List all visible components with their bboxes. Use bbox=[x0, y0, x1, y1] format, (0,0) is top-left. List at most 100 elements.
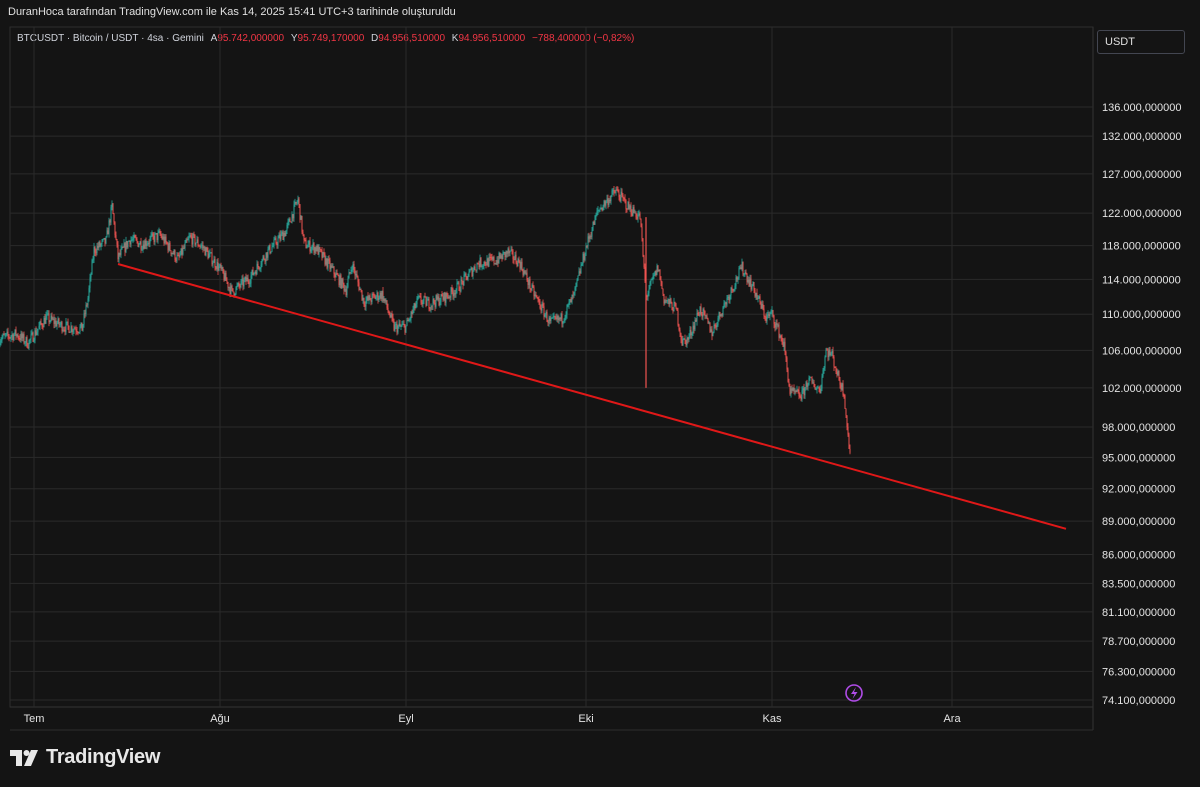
candle-body bbox=[583, 253, 585, 260]
candle-body bbox=[432, 298, 434, 306]
candle-body bbox=[276, 243, 278, 246]
candle-body bbox=[482, 265, 484, 267]
candle-body bbox=[430, 305, 432, 310]
candle-body bbox=[649, 281, 651, 290]
candle-body bbox=[779, 335, 781, 338]
candle-body bbox=[538, 299, 540, 302]
candle-body bbox=[12, 334, 14, 341]
candle-body bbox=[333, 266, 335, 274]
candle-body bbox=[729, 295, 731, 301]
candle-body bbox=[425, 296, 427, 306]
price-axis[interactable]: 136.000,000000 132.000,000000 127.000,0000… bbox=[1102, 102, 1182, 707]
candle-body bbox=[428, 298, 430, 309]
candle-body bbox=[657, 265, 659, 272]
candle-body bbox=[201, 245, 203, 246]
candle-body bbox=[747, 279, 749, 282]
candle-body bbox=[609, 199, 611, 202]
price-chart[interactable]: 136.000,000000 132.000,000000 127.000,0000… bbox=[0, 0, 1200, 787]
candle-body bbox=[130, 239, 132, 245]
candle-body bbox=[272, 245, 274, 247]
candle-body bbox=[502, 252, 504, 260]
candle-body bbox=[465, 273, 467, 277]
candle-body bbox=[725, 302, 727, 305]
candle-body bbox=[655, 271, 657, 275]
candle-body bbox=[161, 235, 163, 240]
candle-body bbox=[824, 357, 826, 369]
candle-body bbox=[485, 264, 487, 266]
candle-body bbox=[680, 333, 682, 340]
candle-body bbox=[593, 221, 595, 225]
candle-body bbox=[31, 332, 33, 335]
candle-body bbox=[809, 377, 811, 379]
candle-body bbox=[578, 271, 580, 276]
candle-body bbox=[624, 198, 626, 201]
candle-body bbox=[783, 341, 785, 347]
candle-body bbox=[309, 240, 311, 252]
candle-body bbox=[99, 241, 101, 247]
candle-body bbox=[718, 312, 720, 319]
candle-body bbox=[277, 238, 279, 246]
candle-body bbox=[76, 331, 78, 333]
candle-body bbox=[452, 291, 454, 297]
candle-body bbox=[381, 291, 383, 299]
candle-body bbox=[41, 323, 43, 327]
candle-body bbox=[342, 278, 344, 284]
candle-body bbox=[799, 396, 801, 397]
lightning-icon[interactable] bbox=[845, 684, 863, 702]
candle-body bbox=[681, 339, 683, 346]
candle-body bbox=[666, 300, 668, 302]
x-tick-label: Kas bbox=[763, 713, 782, 725]
candle-body bbox=[546, 312, 548, 322]
candle-body bbox=[518, 258, 520, 262]
candle-body bbox=[91, 260, 93, 275]
candle-body bbox=[142, 244, 144, 250]
candle-body bbox=[499, 252, 501, 259]
candle-body bbox=[143, 244, 145, 249]
candle-body bbox=[739, 267, 741, 269]
candle-body bbox=[712, 332, 714, 337]
time-axis[interactable]: Tem Ağu Eyl Eki Kas Ara bbox=[24, 713, 962, 725]
candle-body bbox=[373, 294, 375, 296]
candle-body bbox=[122, 246, 124, 248]
candle-body bbox=[124, 243, 126, 252]
candle-body bbox=[213, 259, 215, 263]
candle-body bbox=[590, 236, 592, 237]
candle-body bbox=[314, 247, 316, 253]
candle-body bbox=[734, 285, 736, 289]
candle-body bbox=[727, 296, 729, 298]
candle-body bbox=[318, 247, 320, 255]
candle-body bbox=[241, 278, 243, 281]
candle-body bbox=[312, 243, 314, 247]
y-tick-label: 136.000,000000 bbox=[1102, 102, 1182, 114]
candle-body bbox=[839, 380, 841, 385]
candle-body bbox=[642, 238, 644, 257]
candle-body bbox=[551, 317, 553, 319]
candle-body bbox=[469, 269, 471, 272]
candle-body bbox=[216, 262, 218, 269]
candle-body bbox=[759, 296, 761, 303]
candle-body bbox=[224, 272, 226, 281]
candle-body bbox=[219, 264, 221, 267]
candle-body bbox=[774, 323, 776, 328]
candle-body bbox=[98, 241, 100, 248]
candle-body bbox=[319, 247, 321, 250]
candle-body bbox=[97, 246, 99, 248]
candle-body bbox=[532, 284, 534, 288]
candle-body bbox=[533, 287, 535, 297]
candle-body bbox=[275, 238, 277, 244]
candle-body bbox=[757, 297, 759, 299]
candle-body bbox=[44, 318, 46, 324]
candle-body bbox=[61, 322, 63, 332]
candle-body bbox=[524, 270, 526, 274]
candle-body bbox=[639, 213, 641, 219]
candle-body bbox=[522, 269, 524, 275]
candle-body bbox=[0, 342, 1, 345]
candle-body bbox=[180, 248, 182, 256]
candle-body bbox=[64, 329, 66, 332]
candle-body bbox=[426, 300, 428, 306]
candle-body bbox=[818, 387, 820, 389]
candle-body bbox=[832, 350, 834, 357]
candle-body bbox=[301, 215, 303, 233]
candle-body bbox=[543, 306, 545, 317]
candle-body bbox=[570, 299, 572, 303]
